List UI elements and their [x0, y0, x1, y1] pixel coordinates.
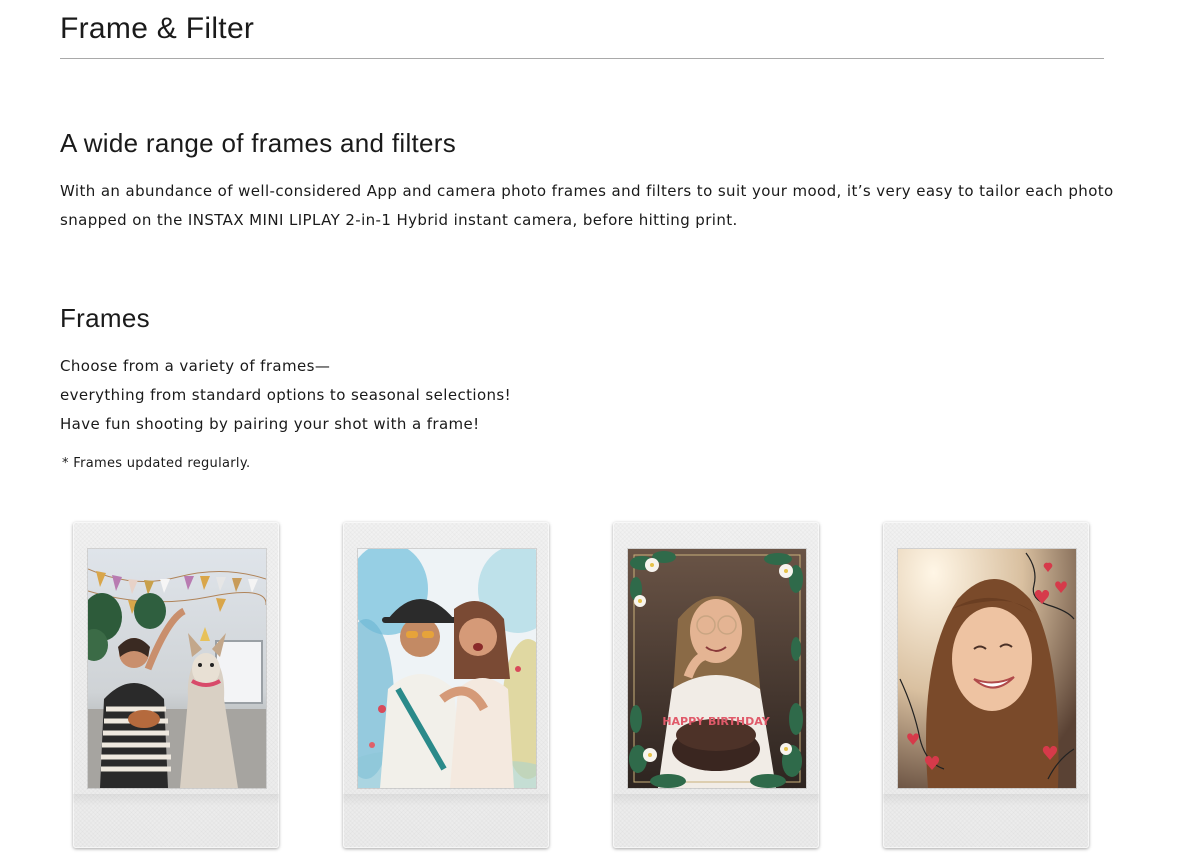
frames-note: * Frames updated regularly.	[62, 456, 251, 471]
cake-topper-text: HAPPY BIRTHDAY	[662, 715, 770, 728]
intro-paragraph: With an abundance of well-considered App…	[60, 182, 1114, 229]
instax-print-2	[343, 522, 549, 848]
watercolor-splash-frame-photo	[358, 549, 536, 788]
section-heading-frames: Frames	[60, 303, 150, 333]
party-bunting-frame-photo	[88, 549, 266, 788]
section-heading-frames-filters: A wide range of frames and filters	[60, 128, 457, 158]
frames-description: Choose from a variety of frames— everyth…	[60, 352, 760, 439]
instax-print-3: HAPPY BIRTHDAY	[613, 522, 819, 848]
flower-wreath-frame-photo: HAPPY BIRTHDAY	[628, 549, 806, 788]
instax-print-4	[883, 522, 1089, 848]
title-divider	[60, 58, 1104, 59]
page-title: Frame & Filter	[60, 12, 255, 45]
hearts-doodle-frame-photo	[898, 549, 1076, 788]
instax-print-1	[73, 522, 279, 848]
frames-line: Have fun shooting by pairing your shot w…	[60, 415, 480, 433]
frames-line: everything from standard options to seas…	[60, 386, 512, 404]
frames-line: Choose from a variety of frames—	[60, 357, 331, 375]
